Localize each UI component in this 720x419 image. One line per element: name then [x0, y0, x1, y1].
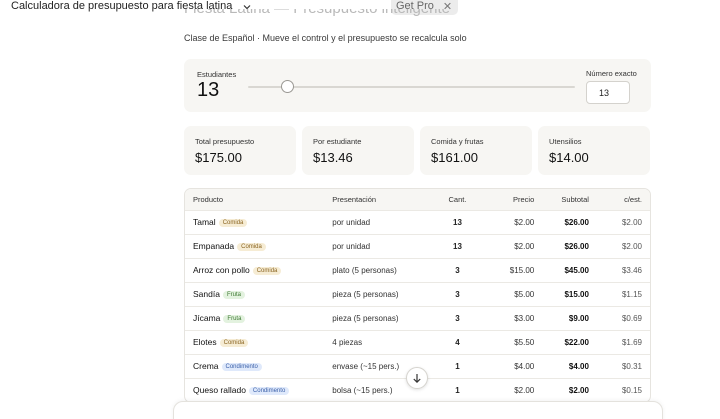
presentation-cell: plato (5 personas): [332, 265, 397, 275]
price-cell: $2.00: [514, 241, 535, 251]
product-name: Empanada: [193, 241, 235, 251]
subtotal-cell: $2.00: [568, 385, 589, 395]
quantity-cell: 13: [453, 217, 462, 227]
subtotal-cell: $22.00: [564, 337, 589, 347]
presentation-cell: 4 piezas: [332, 337, 363, 347]
exact-number-label: Número exacto: [586, 69, 637, 78]
scroll-down-button[interactable]: [406, 367, 428, 389]
product-cell: Arroz con pollo Comida: [185, 258, 332, 282]
product-cell: Crema Condimento: [185, 354, 332, 378]
stat-title: Comida y frutas: [431, 137, 484, 146]
students-slider-track[interactable]: [248, 86, 575, 88]
message-composer[interactable]: [173, 401, 663, 419]
header-per-student: c/est.: [624, 194, 642, 204]
page-subtitle: Clase de Español · Mueve el control y el…: [184, 33, 467, 43]
subtotal-cell: $45.00: [564, 265, 589, 275]
quantity-cell: 3: [455, 313, 460, 323]
per-student-cell: $2.00: [621, 241, 642, 251]
per-student-cell: $1.15: [621, 289, 642, 299]
table-row: Sandía Fruta pieza (5 personas) 3 $5.00 $15.0…: [185, 282, 650, 306]
per-student-cell: $0.31: [621, 361, 642, 371]
header-subtotal: Subtotal: [561, 194, 589, 204]
stat-card-total: Total presupuesto $175.00: [184, 126, 296, 175]
product-cell: Queso rallado Condimento: [185, 378, 332, 402]
table-row: Tamal Comida por unidad 13 $2.00 $26.00 $2.00: [185, 210, 650, 234]
stat-value: $161.00: [431, 150, 478, 165]
presentation-cell: por unidad: [332, 241, 371, 251]
stat-title: Utensilios: [549, 137, 582, 146]
header-presentation: Presentación: [332, 194, 377, 204]
table-row: Elotes Comida 4 piezas 4 $5.50 $22.00 $1.69: [185, 330, 650, 354]
product-name: Crema: [193, 361, 219, 371]
presentation-cell: pieza (5 personas): [332, 313, 399, 323]
table-row: Arroz con pollo Comida plato (5 personas) 3…: [185, 258, 650, 282]
quantity-cell: 3: [455, 289, 460, 299]
subtotal-cell: $9.00: [568, 313, 589, 323]
product-cell: Sandía Fruta: [185, 282, 332, 306]
product-cell: Jícama Fruta: [185, 306, 332, 330]
product-name: Elotes: [193, 337, 217, 347]
product-name: Tamal: [193, 217, 216, 227]
category-badge: Fruta: [222, 290, 245, 299]
quantity-cell: 1: [455, 385, 460, 395]
arrow-down-icon: [413, 373, 421, 383]
exact-number-input[interactable]: 13: [586, 81, 630, 104]
stat-title: Total presupuesto: [195, 137, 255, 146]
header-quantity: Cant.: [448, 194, 467, 204]
price-cell: $2.00: [514, 217, 535, 227]
category-badge: Condimento: [221, 362, 262, 371]
product-cell: Elotes Comida: [185, 330, 332, 354]
per-student-cell: $2.00: [621, 217, 642, 227]
category-badge: Comida: [252, 266, 282, 275]
stat-value: $13.46: [313, 150, 353, 165]
price-cell: $2.00: [514, 385, 535, 395]
price-cell: $5.50: [514, 337, 535, 347]
per-student-cell: $0.15: [621, 385, 642, 395]
category-badge: Comida: [219, 338, 249, 347]
product-name: Arroz con pollo: [193, 265, 250, 275]
students-slider-card: Estudiantes 13 Número exacto 13: [184, 59, 651, 112]
quantity-cell: 1: [455, 361, 460, 371]
category-badge: Condimento: [248, 387, 290, 396]
presentation-cell: por unidad: [332, 217, 371, 227]
price-cell: $5.00: [514, 289, 535, 299]
table-row: Jícama Fruta pieza (5 personas) 3 $3.00 $9.00…: [185, 306, 650, 330]
presentation-cell: pieza (5 personas): [332, 289, 399, 299]
stat-card-food: Comida y frutas $161.00: [420, 126, 532, 175]
stat-card-utensils: Utensilios $14.00: [538, 126, 650, 175]
students-label: Estudiantes: [197, 70, 237, 79]
header-product: Producto: [193, 194, 224, 204]
product-name: Jícama: [193, 313, 221, 323]
students-count: 13: [197, 79, 220, 101]
page-title: Fiesta Latina — Presupuesto inteligente: [184, 9, 450, 18]
product-name: Sandía: [193, 289, 220, 299]
per-student-cell: $3.46: [621, 265, 642, 275]
price-cell: $15.00: [509, 265, 535, 275]
table-header-row: Producto Presentación Cant. Precio Subto…: [185, 189, 650, 210]
price-cell: $3.00: [514, 313, 535, 323]
price-cell: $4.00: [514, 361, 535, 371]
subtotal-cell: $26.00: [564, 241, 589, 251]
stat-value: $14.00: [549, 150, 589, 165]
category-badge: Fruta: [223, 314, 246, 323]
quantity-cell: 4: [455, 337, 460, 347]
students-slider-thumb[interactable]: [280, 80, 294, 93]
header-price: Precio: [512, 194, 535, 204]
table-row: Empanada Comida por unidad 13 $2.00 $26.00 $2.…: [185, 234, 650, 258]
quantity-cell: 13: [453, 241, 462, 251]
quantity-cell: 3: [455, 265, 460, 275]
product-cell: Empanada Comida: [185, 234, 332, 258]
subtotal-cell: $26.00: [564, 217, 589, 227]
stat-card-per-student: Por estudiante $13.46: [302, 126, 414, 175]
subtotal-cell: $15.00: [564, 289, 589, 299]
product-name: Queso rallado: [193, 385, 246, 396]
stat-title: Por estudiante: [313, 137, 362, 146]
per-student-cell: $0.69: [621, 313, 642, 323]
category-badge: Comida: [218, 218, 248, 227]
product-cell: Tamal Comida: [185, 210, 332, 234]
subtotal-cell: $4.00: [568, 361, 589, 371]
category-badge: Comida: [237, 242, 266, 251]
per-student-cell: $1.69: [621, 337, 642, 347]
stat-value: $175.00: [195, 150, 242, 165]
